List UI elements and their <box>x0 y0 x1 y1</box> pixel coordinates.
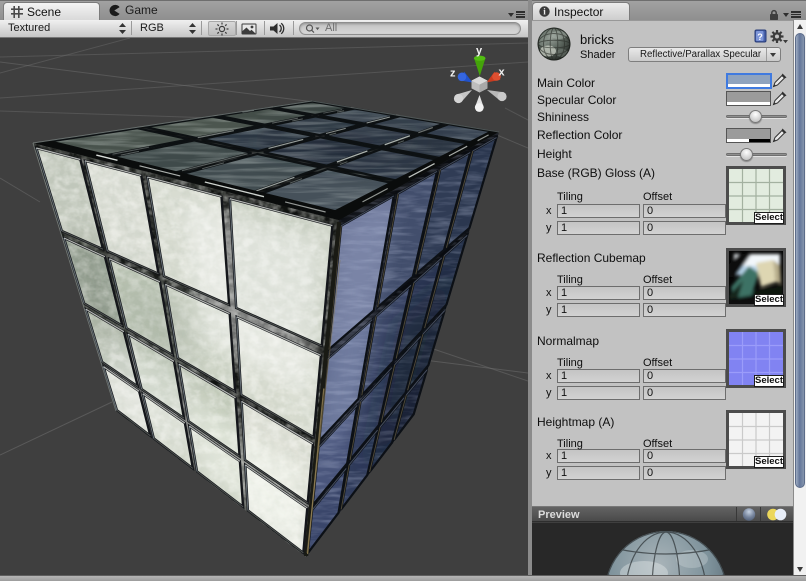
svg-text:z: z <box>450 68 456 80</box>
svg-text:x: x <box>499 67 506 79</box>
svg-text:?: ? <box>757 32 763 42</box>
svg-text:y: y <box>476 45 483 57</box>
